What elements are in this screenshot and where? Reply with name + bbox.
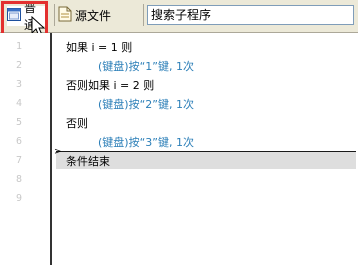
code-line[interactable]: 否则如果 i = 2 则 — [66, 77, 154, 93]
current-line-marker-icon: > — [54, 147, 62, 157]
gutter-divider — [50, 33, 52, 265]
line-number: 8 — [15, 174, 22, 185]
line-number: 5 — [15, 117, 22, 128]
toolbar: 普通 源文件 搜索子程序 — [0, 0, 358, 38]
line-number: 2 — [15, 60, 22, 71]
line-number: 1 — [15, 41, 22, 52]
toolbar-separator — [54, 4, 55, 26]
line-number: 4 — [15, 98, 22, 109]
normal-view-icon — [7, 8, 21, 24]
code-line[interactable]: 条件结束 — [66, 153, 110, 169]
line-number: 6 — [15, 136, 22, 147]
code-line[interactable]: 如果 i = 1 则 — [66, 39, 132, 55]
code-line[interactable]: 否则 — [66, 115, 88, 131]
line-number-gutter: 1 2 3 4 5 6 7 8 9 — [0, 33, 50, 265]
toolbar-separator — [143, 4, 144, 26]
code-line[interactable]: (键盘)按“1”键, 1次 — [98, 58, 194, 74]
subroutine-search-box[interactable]: 搜索子程序 — [147, 5, 354, 25]
line-number: 7 — [15, 155, 22, 166]
code-line[interactable]: (键盘)按“2”键, 1次 — [98, 96, 194, 112]
source-file-icon — [58, 6, 72, 25]
tab-source-file-label: 源文件 — [75, 8, 112, 23]
line-number: 3 — [15, 79, 22, 90]
code-line[interactable]: (键盘)按“3”键, 1次 — [98, 134, 194, 150]
line-number: 9 — [15, 193, 22, 204]
tab-source-file[interactable]: 源文件 — [58, 4, 142, 26]
